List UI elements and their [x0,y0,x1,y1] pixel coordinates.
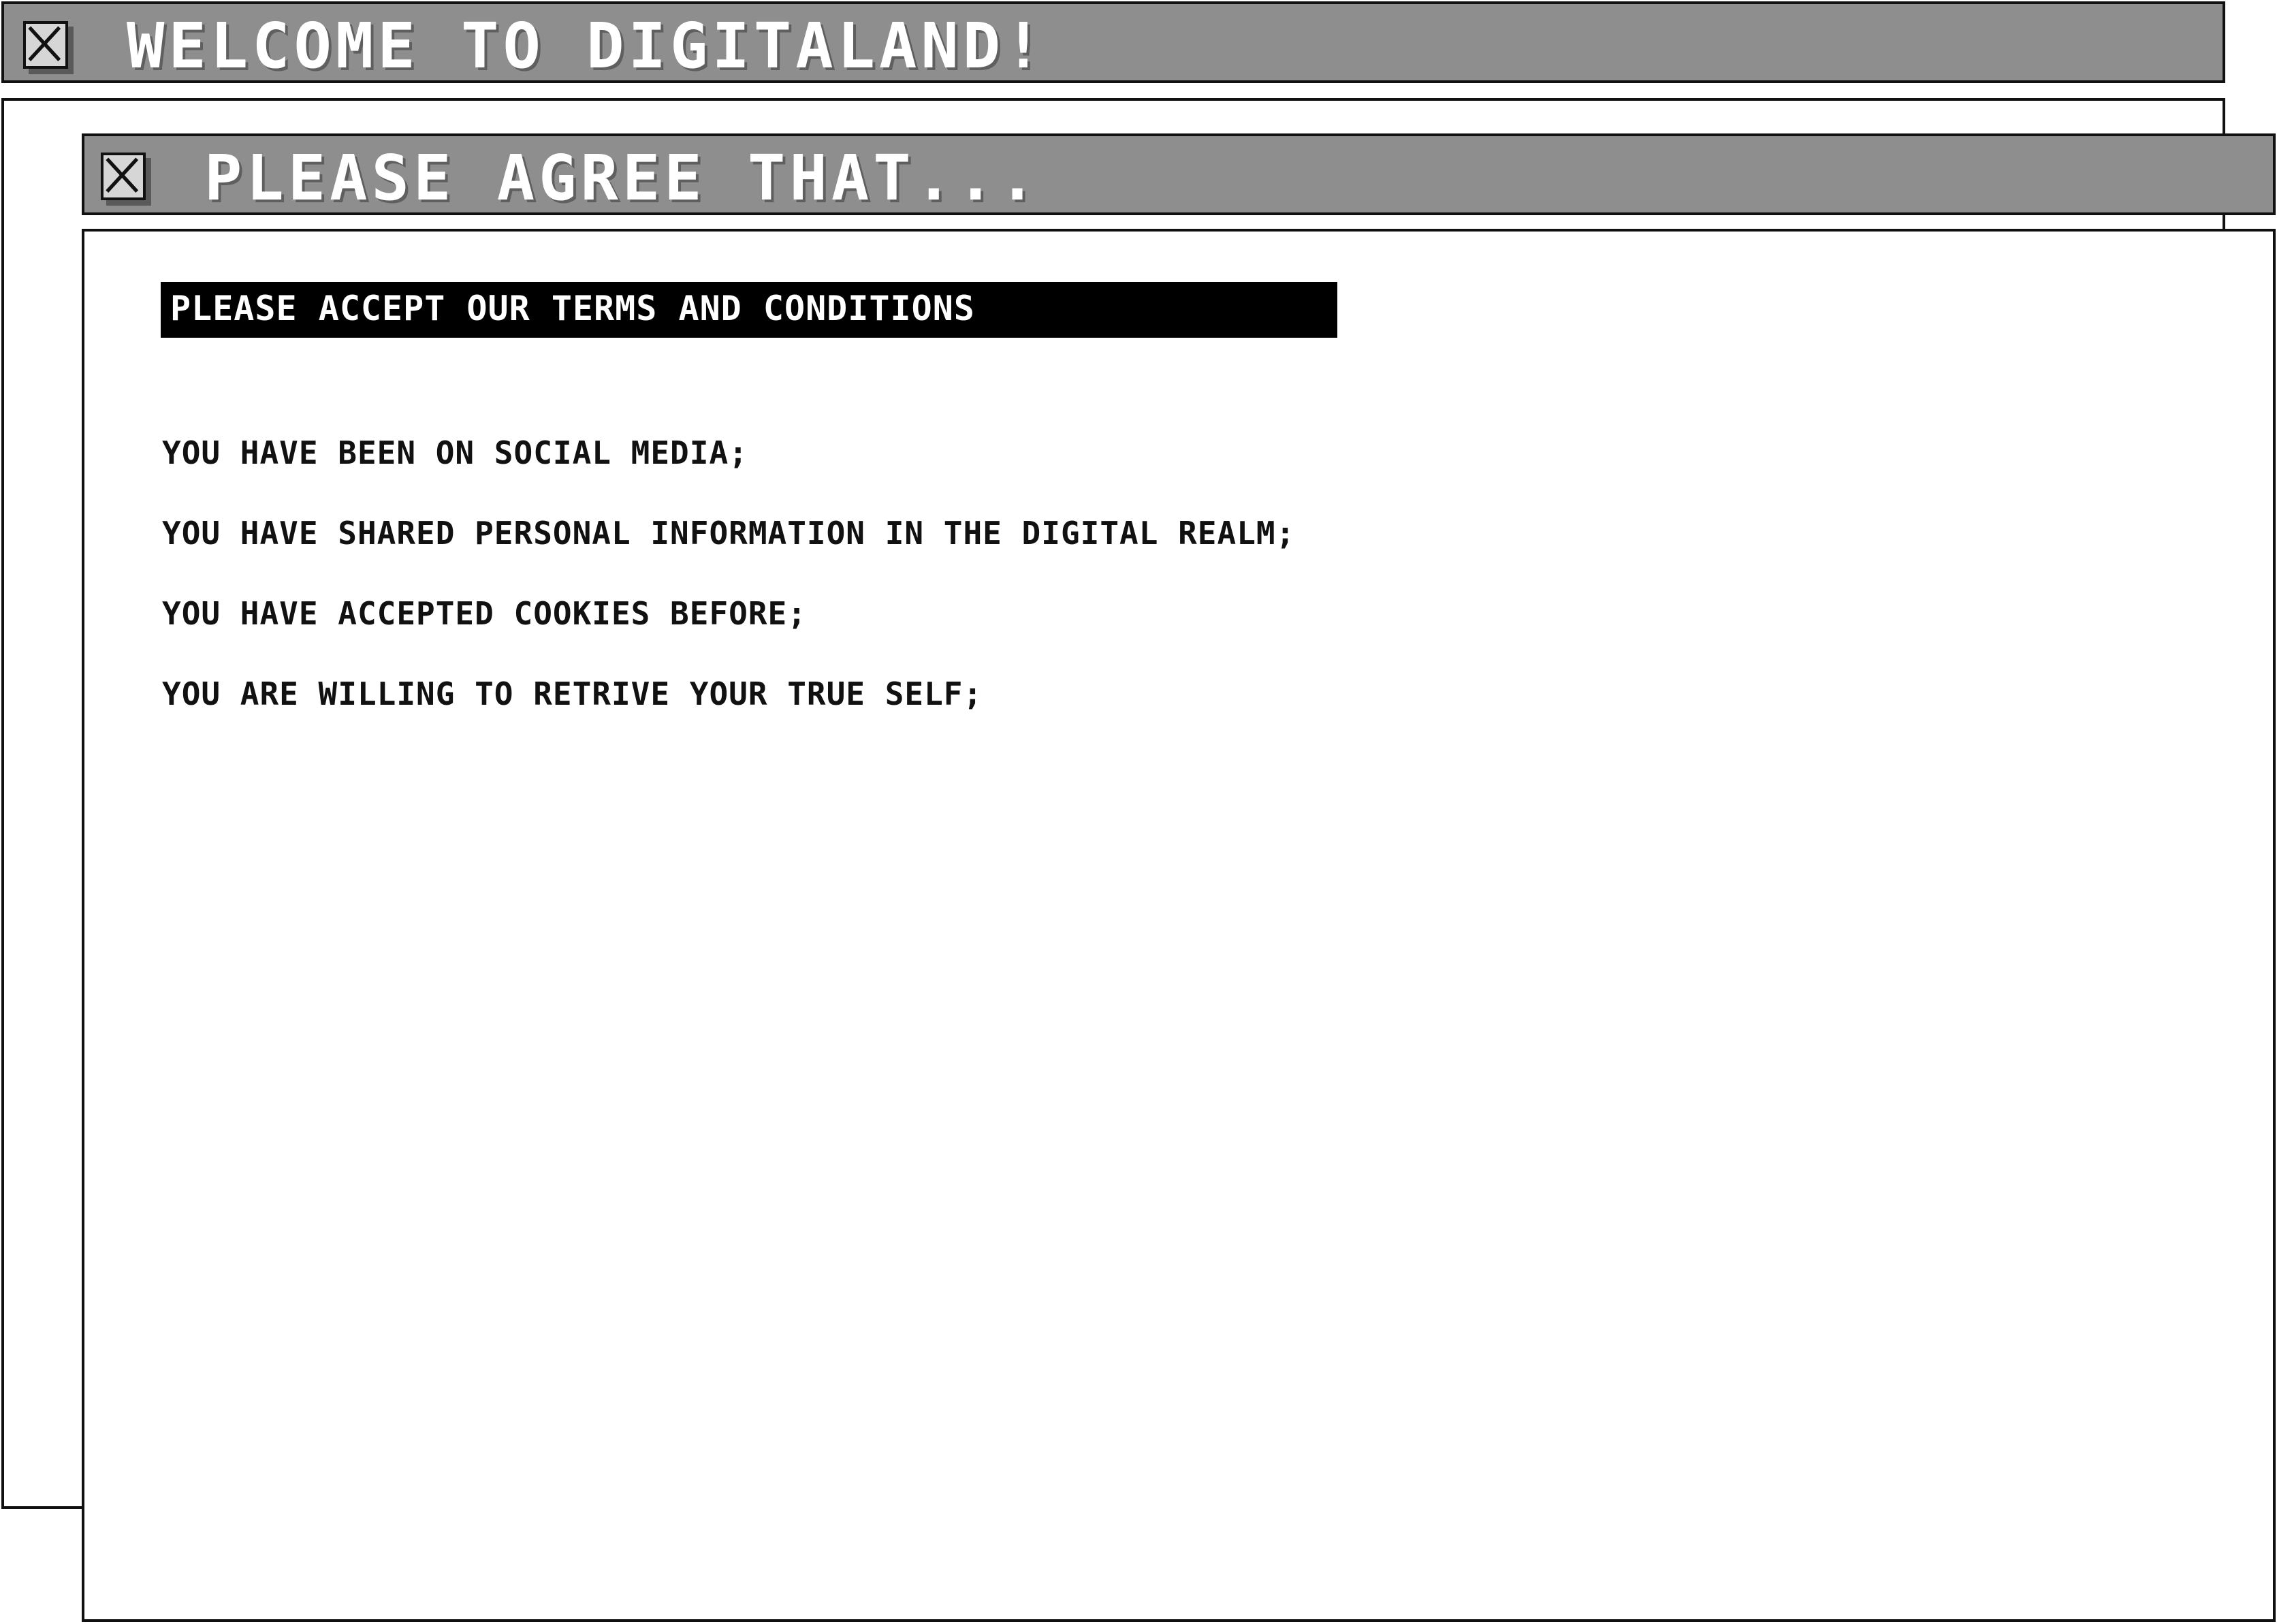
term-item: YOU HAVE BEEN ON SOCIAL MEDIA; [162,434,748,471]
front-window-titlebar[interactable]: PLEASE AGREE THAT... [82,133,2276,215]
term-item: YOU HAVE ACCEPTED COOKIES BEFORE; [162,595,807,632]
term-item: YOU HAVE SHARED PERSONAL INFORMATION IN … [162,515,1296,552]
close-x-icon [28,26,61,61]
back-window-close-button[interactable] [23,21,68,69]
front-window-close-button[interactable] [101,153,146,200]
back-window-titlebar[interactable]: WELCOME TO DIGITALAND! [1,1,2225,83]
terms-heading: PLEASE ACCEPT OUR TERMS AND CONDITIONS [170,289,975,328]
back-window-title: WELCOME TO DIGITALAND! [127,10,1047,82]
term-item: YOU ARE WILLING TO RETRIVE YOUR TRUE SEL… [162,675,983,712]
terms-list: YOU HAVE BEEN ON SOCIAL MEDIA; YOU HAVE … [162,437,1295,759]
terms-heading-banner: PLEASE ACCEPT OUR TERMS AND CONDITIONS [161,282,1337,338]
close-x-icon [106,157,139,193]
front-window-title: PLEASE AGREE THAT... [204,142,1040,214]
front-window-body: PLEASE ACCEPT OUR TERMS AND CONDITIONS Y… [82,229,2276,1622]
